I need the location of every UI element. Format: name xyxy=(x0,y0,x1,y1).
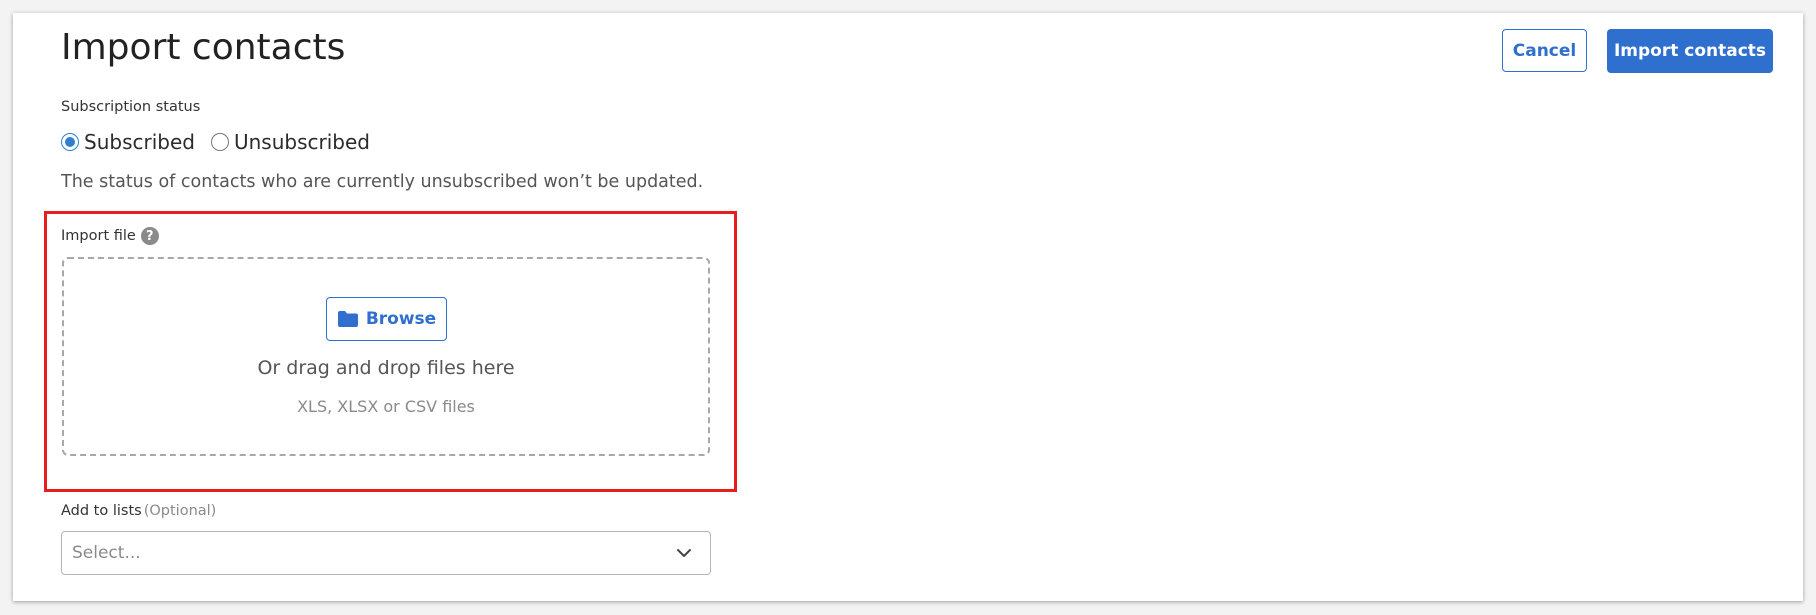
drag-drop-text: Or drag and drop files here xyxy=(257,357,515,379)
subscribed-radio[interactable] xyxy=(61,133,79,151)
file-dropzone[interactable]: Browse Or drag and drop files here XLS, … xyxy=(62,257,710,456)
file-types-text: XLS, XLSX or CSV files xyxy=(297,397,475,416)
folder-icon xyxy=(337,311,358,327)
cancel-button[interactable]: Cancel xyxy=(1502,29,1587,72)
optional-label: (Optional) xyxy=(143,503,217,519)
lists-select-placeholder: Select... xyxy=(72,543,141,563)
lists-select[interactable]: Select... xyxy=(61,531,711,575)
import-contacts-panel: Import contacts Cancel Import contacts S… xyxy=(13,13,1803,601)
unsubscribed-radio[interactable] xyxy=(210,133,229,151)
chevron-down-icon xyxy=(677,549,691,557)
subscription-status-label: Subscription status xyxy=(61,99,201,115)
browse-label: Browse xyxy=(365,309,437,329)
add-to-lists-label: Add to lists xyxy=(61,503,142,519)
unsubscribed-radio-label[interactable]: Unsubscribed xyxy=(234,130,370,154)
browse-button[interactable]: Browse xyxy=(326,297,447,341)
help-icon[interactable]: ? xyxy=(140,227,159,245)
subscribed-radio-label[interactable]: Subscribed xyxy=(84,130,195,154)
subscription-note: The status of contacts who are currently… xyxy=(61,172,704,192)
import-contacts-button[interactable]: Import contacts xyxy=(1607,29,1773,73)
page-title: Import contacts xyxy=(61,27,346,68)
import-file-label-row: Import file? xyxy=(61,227,159,245)
add-to-lists-label-row: Add to lists (Optional) xyxy=(61,503,216,519)
subscription-radio-group: Subscribed Unsubscribed xyxy=(61,130,386,154)
import-file-label: Import file xyxy=(61,228,136,244)
